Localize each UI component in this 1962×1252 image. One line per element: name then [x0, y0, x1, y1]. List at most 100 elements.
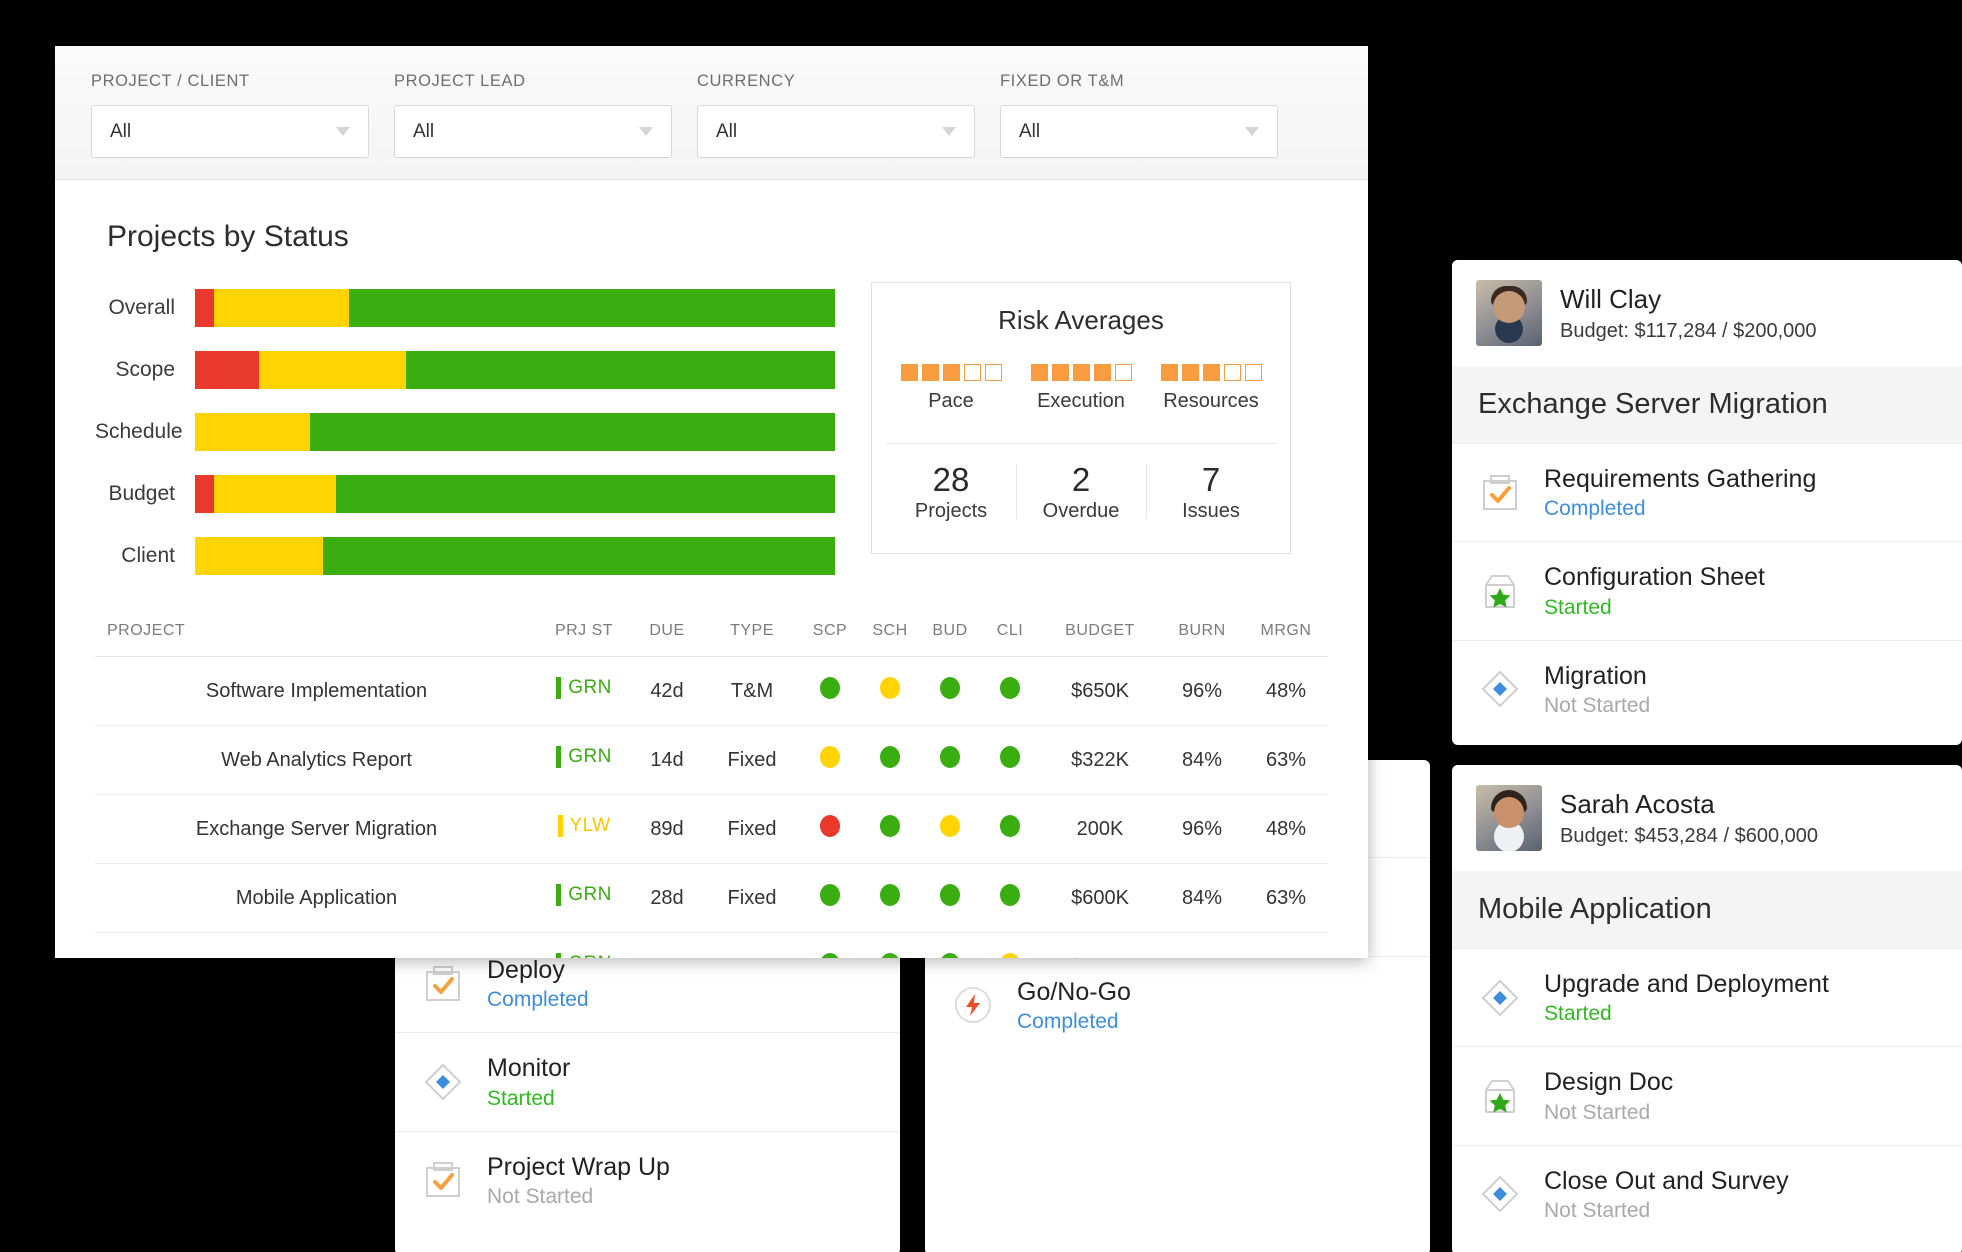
diamond-icon: [1478, 1172, 1522, 1216]
status-bar-icon: [556, 677, 561, 699]
risk-pip: [1182, 364, 1199, 381]
clipboard-check-icon: [421, 1158, 465, 1202]
filter-4: FIXED OR T&MAll: [1000, 72, 1278, 158]
status-bar-icon: [558, 815, 563, 837]
list-item[interactable]: Requirements GatheringCompleted: [1452, 443, 1962, 541]
risk-averages-title: Risk Averages: [886, 305, 1276, 336]
status-text: GRN: [568, 884, 611, 906]
cell-budget: $650K: [1040, 657, 1160, 726]
task-card-left-bottom[interactable]: DeployCompletedMonitorStartedProject Wra…: [395, 935, 900, 1252]
risk-pips: [1031, 364, 1132, 381]
table-row[interactable]: Exchange Server MigrationYLW89dFixed200K…: [95, 795, 1328, 864]
risk-metrics: PaceExecutionResources: [886, 364, 1276, 413]
task-text: Project Wrap UpNot Started: [487, 1152, 670, 1209]
list-item[interactable]: Design DocNot Started: [1452, 1046, 1962, 1144]
project-card-will-clay[interactable]: Will ClayBudget: $117,284 / $200,000Exch…: [1452, 260, 1962, 745]
avatar: [1476, 280, 1542, 346]
status-dot-cli-icon: [1000, 953, 1020, 958]
bar-segment-red: [195, 289, 214, 327]
cell-cli: [980, 795, 1040, 864]
cell-burn: 84%: [1160, 726, 1244, 795]
cell-project-status: GRN: [538, 657, 630, 726]
diamond-icon: [1478, 667, 1522, 711]
table-header-mrgn: MRGN: [1244, 622, 1328, 657]
cell-burn: 84%: [1160, 864, 1244, 933]
cell-mrgn: 63%: [1244, 726, 1328, 795]
table-row[interactable]: Data Center MigrationGRN60dT&M$144K96%48…: [95, 933, 1328, 959]
cell-type: T&M: [704, 933, 800, 959]
table-row[interactable]: Web Analytics ReportGRN14dFixed$322K84%6…: [95, 726, 1328, 795]
cell-sch: [860, 657, 920, 726]
project-card-sarah-acosta[interactable]: Sarah AcostaBudget: $453,284 / $600,000M…: [1452, 765, 1962, 1252]
task-name: Configuration Sheet: [1544, 562, 1765, 593]
task-status: Not Started: [1544, 694, 1650, 718]
filter-select-2[interactable]: All: [394, 105, 672, 158]
cell-bud: [920, 726, 980, 795]
status-dot-scp-icon: [820, 815, 840, 837]
filter-select-3[interactable]: All: [697, 105, 975, 158]
cell-type: Fixed: [704, 795, 800, 864]
filter-3: CURRENCYAll: [697, 72, 975, 158]
bar-segment-yellow: [214, 289, 348, 327]
risk-pip: [1073, 364, 1090, 381]
screenshot-root: DeployCompletedMonitorStartedProject Wra…: [0, 0, 1962, 1252]
card-budget: Budget: $117,284 / $200,000: [1560, 320, 1817, 343]
cell-budget: $144K: [1040, 933, 1160, 959]
risk-averages-card: Risk Averages PaceExecutionResources 28P…: [871, 282, 1291, 554]
task-name: Migration: [1544, 661, 1650, 692]
risk-pips: [1161, 364, 1262, 381]
bar-segment-red: [195, 351, 259, 389]
task-name: Go/No-Go: [1017, 977, 1131, 1008]
page-title: Projects by Status: [107, 220, 1328, 254]
risk-pip: [1203, 364, 1220, 381]
bar-label: Client: [95, 544, 195, 568]
card-project-title: Mobile Application: [1452, 871, 1962, 948]
task-text: Go/No-GoCompleted: [1017, 977, 1131, 1034]
cell-cli: [980, 726, 1040, 795]
status-dot-bud-icon: [940, 815, 960, 837]
table-header-type: TYPE: [704, 622, 800, 657]
list-item[interactable]: Configuration Sheet Started: [1452, 541, 1962, 639]
cell-scp: [800, 657, 860, 726]
cell-budget: 200K: [1040, 795, 1160, 864]
filter-select-1[interactable]: All: [91, 105, 369, 158]
list-item[interactable]: Go/No-GoCompleted: [925, 956, 1430, 1054]
diamond-icon: [421, 1060, 465, 1104]
status-dot-scp-icon: [820, 677, 840, 699]
stat-issues: 7Issues: [1146, 462, 1276, 523]
chart-zone: OverallScopeScheduleBudgetClient Risk Av…: [95, 288, 1328, 598]
filter-select-4[interactable]: All: [1000, 105, 1278, 158]
card-budget: Budget: $453,284 / $600,000: [1560, 825, 1818, 848]
status-text: YLW: [570, 815, 611, 837]
cell-burn: 96%: [1160, 933, 1244, 959]
task-status: Not Started: [1544, 1199, 1789, 1223]
cell-mrgn: 48%: [1244, 657, 1328, 726]
status-dot-scp-icon: [820, 884, 840, 906]
list-item[interactable]: Close Out and SurveyNot Started: [1452, 1145, 1962, 1243]
cell-type: Fixed: [704, 726, 800, 795]
task-text: Configuration Sheet Started: [1544, 562, 1765, 619]
status-badge: GRN: [556, 953, 611, 958]
cell-sch: [860, 864, 920, 933]
list-item[interactable]: MonitorStarted: [395, 1032, 900, 1130]
table-row[interactable]: Mobile ApplicationGRN28dFixed$600K84%63%: [95, 864, 1328, 933]
status-dot-bud-icon: [940, 746, 960, 768]
status-text: GRN: [568, 677, 611, 699]
bar-segment-yellow: [259, 351, 406, 389]
list-item[interactable]: Project Wrap UpNot Started: [395, 1131, 900, 1229]
bar-segment-yellow: [195, 537, 323, 575]
task-status: Completed: [487, 988, 589, 1012]
bar-segment-green: [310, 413, 835, 451]
card-header: Will ClayBudget: $117,284 / $200,000: [1452, 260, 1962, 366]
table-row[interactable]: Software ImplementationGRN42dT&M$650K96%…: [95, 657, 1328, 726]
list-item[interactable]: MigrationNot Started: [1452, 640, 1962, 738]
cell-type: Fixed: [704, 864, 800, 933]
task-text: Upgrade and DeploymentStarted: [1544, 969, 1829, 1026]
task-name: Close Out and Survey: [1544, 1166, 1789, 1197]
bar-track: [195, 351, 835, 389]
task-status: Started: [1544, 596, 1765, 620]
cell-project-name: Data Center Migration: [95, 933, 538, 959]
status-dot-sch-icon: [880, 746, 900, 768]
list-item[interactable]: Upgrade and DeploymentStarted: [1452, 948, 1962, 1046]
cell-cli: [980, 657, 1040, 726]
